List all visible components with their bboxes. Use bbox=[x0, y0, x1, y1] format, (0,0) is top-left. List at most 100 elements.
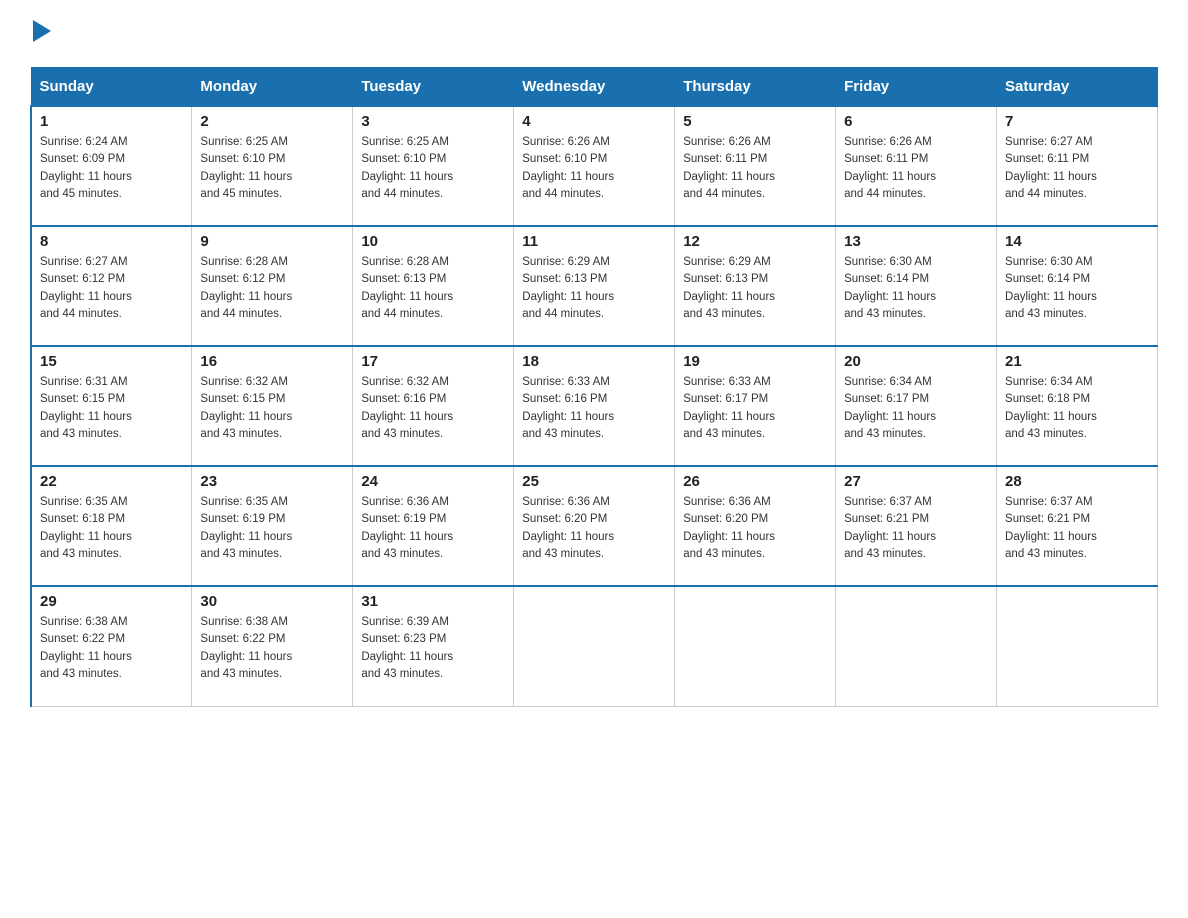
col-header-friday: Friday bbox=[836, 68, 997, 107]
calendar-cell: 12 Sunrise: 6:29 AM Sunset: 6:13 PM Dayl… bbox=[675, 226, 836, 346]
calendar-cell: 5 Sunrise: 6:26 AM Sunset: 6:11 PM Dayli… bbox=[675, 106, 836, 226]
day-number: 13 bbox=[844, 233, 988, 250]
col-header-wednesday: Wednesday bbox=[514, 68, 675, 107]
calendar-cell: 23 Sunrise: 6:35 AM Sunset: 6:19 PM Dayl… bbox=[192, 466, 353, 586]
calendar-cell: 24 Sunrise: 6:36 AM Sunset: 6:19 PM Dayl… bbox=[353, 466, 514, 586]
calendar-cell: 15 Sunrise: 6:31 AM Sunset: 6:15 PM Dayl… bbox=[31, 346, 192, 466]
calendar-cell: 19 Sunrise: 6:33 AM Sunset: 6:17 PM Dayl… bbox=[675, 346, 836, 466]
day-number: 18 bbox=[522, 353, 666, 370]
day-number: 3 bbox=[361, 113, 505, 130]
day-number: 11 bbox=[522, 233, 666, 250]
page-header bbox=[30, 20, 1158, 47]
day-number: 30 bbox=[200, 593, 344, 610]
day-number: 8 bbox=[40, 233, 183, 250]
day-number: 24 bbox=[361, 473, 505, 490]
day-info: Sunrise: 6:26 AM Sunset: 6:11 PM Dayligh… bbox=[844, 134, 988, 203]
calendar-header-row: SundayMondayTuesdayWednesdayThursdayFrid… bbox=[31, 68, 1158, 107]
calendar-cell bbox=[514, 586, 675, 706]
day-info: Sunrise: 6:29 AM Sunset: 6:13 PM Dayligh… bbox=[522, 254, 666, 323]
day-info: Sunrise: 6:28 AM Sunset: 6:13 PM Dayligh… bbox=[361, 254, 505, 323]
col-header-monday: Monday bbox=[192, 68, 353, 107]
calendar-cell: 2 Sunrise: 6:25 AM Sunset: 6:10 PM Dayli… bbox=[192, 106, 353, 226]
day-number: 25 bbox=[522, 473, 666, 490]
calendar-cell: 21 Sunrise: 6:34 AM Sunset: 6:18 PM Dayl… bbox=[997, 346, 1158, 466]
day-info: Sunrise: 6:33 AM Sunset: 6:17 PM Dayligh… bbox=[683, 374, 827, 443]
calendar-cell: 16 Sunrise: 6:32 AM Sunset: 6:15 PM Dayl… bbox=[192, 346, 353, 466]
day-info: Sunrise: 6:26 AM Sunset: 6:11 PM Dayligh… bbox=[683, 134, 827, 203]
calendar-cell: 17 Sunrise: 6:32 AM Sunset: 6:16 PM Dayl… bbox=[353, 346, 514, 466]
day-info: Sunrise: 6:30 AM Sunset: 6:14 PM Dayligh… bbox=[1005, 254, 1149, 323]
calendar-cell: 14 Sunrise: 6:30 AM Sunset: 6:14 PM Dayl… bbox=[997, 226, 1158, 346]
day-number: 26 bbox=[683, 473, 827, 490]
day-info: Sunrise: 6:30 AM Sunset: 6:14 PM Dayligh… bbox=[844, 254, 988, 323]
day-number: 29 bbox=[40, 593, 183, 610]
calendar-cell: 3 Sunrise: 6:25 AM Sunset: 6:10 PM Dayli… bbox=[353, 106, 514, 226]
calendar-cell: 1 Sunrise: 6:24 AM Sunset: 6:09 PM Dayli… bbox=[31, 106, 192, 226]
day-info: Sunrise: 6:32 AM Sunset: 6:15 PM Dayligh… bbox=[200, 374, 344, 443]
day-info: Sunrise: 6:25 AM Sunset: 6:10 PM Dayligh… bbox=[361, 134, 505, 203]
logo-arrow-icon bbox=[33, 20, 51, 42]
day-number: 2 bbox=[200, 113, 344, 130]
calendar-cell bbox=[836, 586, 997, 706]
day-info: Sunrise: 6:31 AM Sunset: 6:15 PM Dayligh… bbox=[40, 374, 183, 443]
day-info: Sunrise: 6:33 AM Sunset: 6:16 PM Dayligh… bbox=[522, 374, 666, 443]
day-info: Sunrise: 6:38 AM Sunset: 6:22 PM Dayligh… bbox=[200, 614, 344, 683]
col-header-sunday: Sunday bbox=[31, 68, 192, 107]
col-header-saturday: Saturday bbox=[997, 68, 1158, 107]
day-info: Sunrise: 6:27 AM Sunset: 6:11 PM Dayligh… bbox=[1005, 134, 1149, 203]
day-info: Sunrise: 6:37 AM Sunset: 6:21 PM Dayligh… bbox=[844, 494, 988, 563]
day-number: 16 bbox=[200, 353, 344, 370]
day-number: 17 bbox=[361, 353, 505, 370]
day-number: 21 bbox=[1005, 353, 1149, 370]
day-number: 1 bbox=[40, 113, 183, 130]
col-header-thursday: Thursday bbox=[675, 68, 836, 107]
day-info: Sunrise: 6:32 AM Sunset: 6:16 PM Dayligh… bbox=[361, 374, 505, 443]
calendar-week-2: 8 Sunrise: 6:27 AM Sunset: 6:12 PM Dayli… bbox=[31, 226, 1158, 346]
calendar-cell: 8 Sunrise: 6:27 AM Sunset: 6:12 PM Dayli… bbox=[31, 226, 192, 346]
day-number: 28 bbox=[1005, 473, 1149, 490]
day-number: 5 bbox=[683, 113, 827, 130]
day-number: 22 bbox=[40, 473, 183, 490]
calendar-table: SundayMondayTuesdayWednesdayThursdayFrid… bbox=[30, 67, 1158, 707]
calendar-cell: 6 Sunrise: 6:26 AM Sunset: 6:11 PM Dayli… bbox=[836, 106, 997, 226]
calendar-cell: 29 Sunrise: 6:38 AM Sunset: 6:22 PM Dayl… bbox=[31, 586, 192, 706]
day-info: Sunrise: 6:35 AM Sunset: 6:18 PM Dayligh… bbox=[40, 494, 183, 563]
day-number: 23 bbox=[200, 473, 344, 490]
calendar-week-1: 1 Sunrise: 6:24 AM Sunset: 6:09 PM Dayli… bbox=[31, 106, 1158, 226]
day-info: Sunrise: 6:34 AM Sunset: 6:18 PM Dayligh… bbox=[1005, 374, 1149, 443]
day-info: Sunrise: 6:36 AM Sunset: 6:19 PM Dayligh… bbox=[361, 494, 505, 563]
day-number: 7 bbox=[1005, 113, 1149, 130]
calendar-cell: 22 Sunrise: 6:35 AM Sunset: 6:18 PM Dayl… bbox=[31, 466, 192, 586]
calendar-cell bbox=[997, 586, 1158, 706]
calendar-week-4: 22 Sunrise: 6:35 AM Sunset: 6:18 PM Dayl… bbox=[31, 466, 1158, 586]
calendar-cell: 20 Sunrise: 6:34 AM Sunset: 6:17 PM Dayl… bbox=[836, 346, 997, 466]
day-info: Sunrise: 6:38 AM Sunset: 6:22 PM Dayligh… bbox=[40, 614, 183, 683]
day-number: 31 bbox=[361, 593, 505, 610]
calendar-cell: 31 Sunrise: 6:39 AM Sunset: 6:23 PM Dayl… bbox=[353, 586, 514, 706]
logo bbox=[30, 20, 51, 47]
day-info: Sunrise: 6:24 AM Sunset: 6:09 PM Dayligh… bbox=[40, 134, 183, 203]
calendar-cell: 13 Sunrise: 6:30 AM Sunset: 6:14 PM Dayl… bbox=[836, 226, 997, 346]
day-number: 9 bbox=[200, 233, 344, 250]
col-header-tuesday: Tuesday bbox=[353, 68, 514, 107]
day-number: 10 bbox=[361, 233, 505, 250]
calendar-cell: 26 Sunrise: 6:36 AM Sunset: 6:20 PM Dayl… bbox=[675, 466, 836, 586]
calendar-cell: 4 Sunrise: 6:26 AM Sunset: 6:10 PM Dayli… bbox=[514, 106, 675, 226]
day-number: 12 bbox=[683, 233, 827, 250]
day-info: Sunrise: 6:26 AM Sunset: 6:10 PM Dayligh… bbox=[522, 134, 666, 203]
day-number: 27 bbox=[844, 473, 988, 490]
calendar-cell: 18 Sunrise: 6:33 AM Sunset: 6:16 PM Dayl… bbox=[514, 346, 675, 466]
calendar-cell: 27 Sunrise: 6:37 AM Sunset: 6:21 PM Dayl… bbox=[836, 466, 997, 586]
calendar-week-5: 29 Sunrise: 6:38 AM Sunset: 6:22 PM Dayl… bbox=[31, 586, 1158, 706]
calendar-cell: 28 Sunrise: 6:37 AM Sunset: 6:21 PM Dayl… bbox=[997, 466, 1158, 586]
calendar-cell: 11 Sunrise: 6:29 AM Sunset: 6:13 PM Dayl… bbox=[514, 226, 675, 346]
day-info: Sunrise: 6:27 AM Sunset: 6:12 PM Dayligh… bbox=[40, 254, 183, 323]
day-info: Sunrise: 6:28 AM Sunset: 6:12 PM Dayligh… bbox=[200, 254, 344, 323]
calendar-cell: 9 Sunrise: 6:28 AM Sunset: 6:12 PM Dayli… bbox=[192, 226, 353, 346]
calendar-cell bbox=[675, 586, 836, 706]
day-info: Sunrise: 6:37 AM Sunset: 6:21 PM Dayligh… bbox=[1005, 494, 1149, 563]
day-number: 15 bbox=[40, 353, 183, 370]
calendar-cell: 7 Sunrise: 6:27 AM Sunset: 6:11 PM Dayli… bbox=[997, 106, 1158, 226]
day-number: 19 bbox=[683, 353, 827, 370]
day-info: Sunrise: 6:34 AM Sunset: 6:17 PM Dayligh… bbox=[844, 374, 988, 443]
